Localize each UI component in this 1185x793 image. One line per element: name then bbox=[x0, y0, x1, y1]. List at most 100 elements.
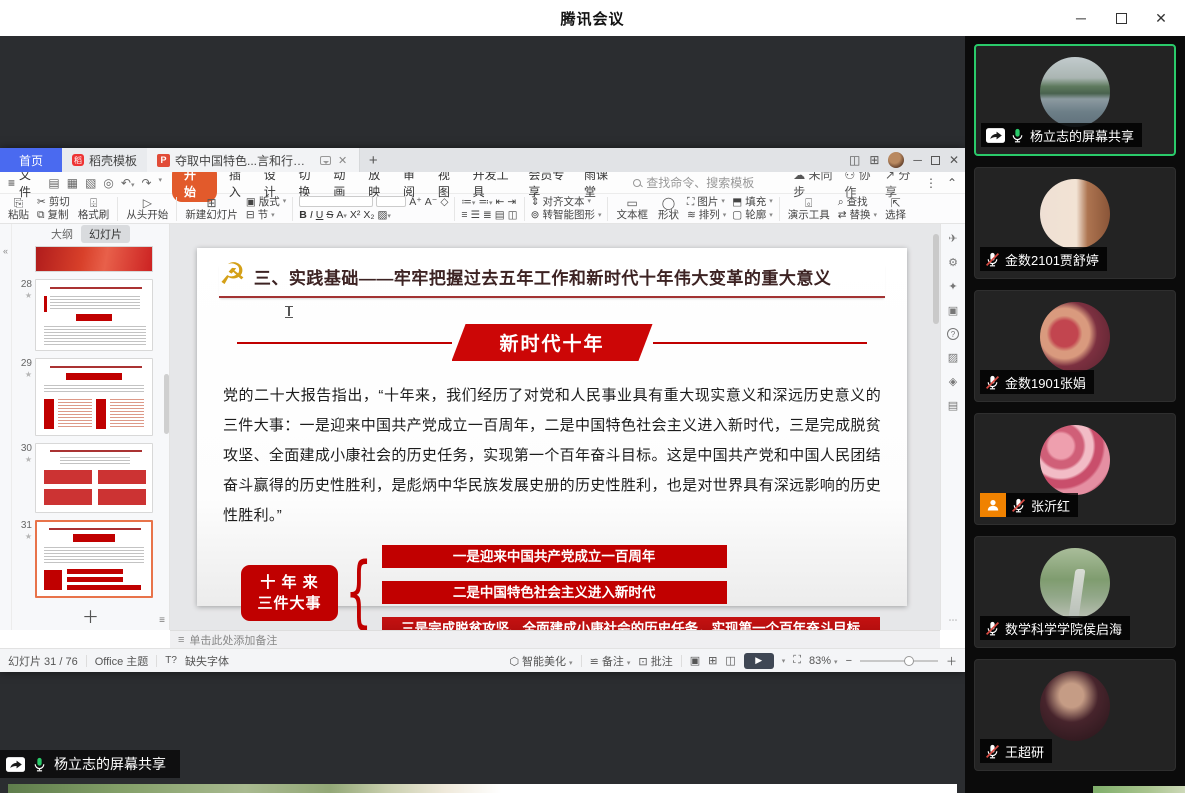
slide-thumbnail-partial[interactable] bbox=[35, 246, 153, 272]
highlight-button[interactable]: ▨▾ bbox=[378, 210, 391, 221]
help-pane-icon[interactable]: ? bbox=[947, 328, 959, 340]
comments-button[interactable]: ⊡ 批注 bbox=[638, 653, 672, 669]
slideshow-play-button[interactable]: ▶ bbox=[744, 653, 774, 669]
save-icon[interactable]: ▤ bbox=[48, 176, 59, 190]
undo-icon[interactable]: ↶▾ bbox=[121, 176, 135, 190]
slide-layout-button[interactable]: ▣ 版式▾ bbox=[246, 197, 286, 208]
slide-thumbnail-30[interactable] bbox=[35, 443, 153, 513]
strikethrough-button[interactable]: S bbox=[326, 210, 333, 221]
align-center-button[interactable]: ☰ bbox=[471, 210, 480, 221]
select-button[interactable]: ⇱选择 bbox=[883, 197, 908, 221]
command-search-box[interactable]: 查找命令、搜索模板 bbox=[633, 174, 783, 191]
participant-tile[interactable]: 张沂红 bbox=[974, 413, 1176, 525]
bullets-button[interactable]: ≔▾ bbox=[461, 197, 475, 208]
rail-more-icon[interactable]: ⋯ bbox=[949, 615, 958, 626]
reading-view-icon[interactable]: ◫ bbox=[725, 654, 735, 667]
wps-account-avatar[interactable] bbox=[888, 152, 904, 168]
align-left-button[interactable]: ≡ bbox=[461, 210, 467, 221]
play-options-caret[interactable]: ▾ bbox=[782, 657, 786, 665]
minimize-button[interactable]: ─ bbox=[1061, 0, 1101, 36]
align-text-button[interactable]: ⇕ 对齐文本▾ bbox=[531, 197, 602, 208]
font-name-box[interactable] bbox=[299, 196, 373, 207]
arrange-button[interactable]: ≋ 排列▾ bbox=[687, 210, 726, 221]
outline-button[interactable]: ▢ 轮廓▾ bbox=[732, 210, 772, 221]
subscript-button[interactable]: X₂ bbox=[363, 210, 374, 221]
align-right-button[interactable]: ≣ bbox=[483, 210, 492, 221]
shapes-button[interactable]: ◯形状 bbox=[656, 197, 681, 221]
new-slide-button[interactable]: ⊞新建幻灯片 bbox=[183, 197, 240, 221]
zoom-slider[interactable] bbox=[860, 660, 938, 662]
wps-docer-tab[interactable]: 稻 稻壳模板 bbox=[62, 148, 147, 172]
tab-close-icon[interactable]: ✕ bbox=[336, 154, 349, 167]
picture-button[interactable]: ⛶ 图片▾ bbox=[687, 197, 726, 208]
export-icon[interactable]: ▧ bbox=[85, 176, 96, 190]
comment-bubble-icon[interactable] bbox=[320, 156, 331, 165]
paste-button[interactable]: ⎘粘贴 bbox=[6, 197, 31, 221]
font-size-box[interactable] bbox=[376, 196, 406, 207]
wps-close-button[interactable]: ✕ bbox=[949, 153, 959, 167]
preview-icon[interactable]: ◎ bbox=[103, 176, 113, 190]
italic-button[interactable]: I bbox=[310, 210, 313, 221]
participant-tile[interactable]: 王超研 bbox=[974, 659, 1176, 771]
participant-tile-sharer[interactable]: 杨立志的屏幕共享 bbox=[974, 44, 1176, 156]
decrease-indent-button[interactable]: ⇤ bbox=[495, 197, 504, 208]
text-box-button[interactable]: ▭文本框 bbox=[614, 197, 650, 221]
panel-collapse-rail[interactable]: « bbox=[0, 224, 12, 630]
thumbnail-list[interactable]: 28★ 29★ bbox=[12, 246, 163, 606]
slide-canvas[interactable]: ☭ 三、实践基础——牢牢把握过去五年工作和新时代十年伟大变革的重大意义 新时代十… bbox=[170, 224, 940, 630]
zoom-slider-knob[interactable] bbox=[904, 656, 914, 666]
notes-bar[interactable]: ≡ 单击此处添加备注 bbox=[170, 630, 940, 648]
grow-font-icon[interactable]: A⁺ bbox=[409, 197, 422, 208]
add-slide-button[interactable]: ＋ bbox=[12, 603, 169, 628]
participant-tile[interactable]: 金数1901张娟 bbox=[974, 290, 1176, 402]
smart-beautify-button[interactable]: ⬡ 智能美化 ▾ bbox=[509, 653, 572, 669]
play-from-start-button[interactable]: ▷从头开始 bbox=[124, 197, 170, 221]
effects-pane-icon[interactable]: ✦ bbox=[948, 280, 957, 293]
wps-home-tab[interactable]: 首页 bbox=[0, 148, 62, 172]
canvas-scrollbar[interactable] bbox=[933, 234, 939, 324]
participant-tile[interactable]: 数学科学学院侯启海 bbox=[974, 536, 1176, 648]
increase-indent-button[interactable]: ⇥ bbox=[507, 197, 516, 208]
menu-overflow-caret[interactable]: ▾ bbox=[159, 176, 163, 190]
image-tools-pane-icon[interactable]: ▨ bbox=[948, 351, 958, 364]
collapse-ribbon-icon[interactable]: ⌃ bbox=[947, 176, 957, 190]
quick-access-pane-icon[interactable]: ✈ bbox=[948, 232, 957, 245]
superscript-button[interactable]: X² bbox=[350, 210, 361, 221]
reading-pane-icon[interactable]: ▤ bbox=[948, 399, 958, 412]
redo-icon[interactable]: ↷ bbox=[141, 176, 151, 190]
replace-button[interactable]: ⇄ 替换▾ bbox=[838, 210, 877, 221]
grid-view-icon[interactable]: ⊞ bbox=[869, 153, 879, 167]
zoom-out-button[interactable]: − bbox=[846, 655, 852, 667]
current-slide[interactable]: ☭ 三、实践基础——牢牢把握过去五年工作和新时代十年伟大变革的重大意义 新时代十… bbox=[197, 248, 907, 606]
copy-button[interactable]: ⧉ 复制 bbox=[37, 210, 70, 221]
print-icon[interactable]: ▦ bbox=[67, 176, 78, 190]
split-view-icon[interactable]: ◫ bbox=[849, 153, 860, 167]
section-button[interactable]: ⊟ 节▾ bbox=[246, 210, 286, 221]
bold-button[interactable]: B bbox=[299, 210, 307, 221]
outline-tab[interactable]: 大纲 bbox=[51, 226, 73, 242]
layout-pane-icon[interactable]: ▣ bbox=[948, 304, 958, 317]
zoom-in-button[interactable]: ＋ bbox=[946, 653, 957, 669]
slide-thumbnail-28[interactable] bbox=[35, 279, 153, 351]
cut-button[interactable]: ✂ 剪切 bbox=[37, 197, 70, 208]
underline-button[interactable]: U bbox=[316, 210, 324, 221]
wps-minimize-button[interactable]: ─ bbox=[913, 153, 922, 167]
format-painter-button[interactable]: ⌹格式刷 bbox=[76, 197, 112, 221]
zoom-percent[interactable]: 83% ▾ bbox=[809, 655, 838, 667]
shrink-font-icon[interactable]: A⁻ bbox=[425, 197, 438, 208]
slides-tab[interactable]: 幻灯片 bbox=[81, 225, 130, 243]
resources-pane-icon[interactable]: ◈ bbox=[949, 375, 957, 388]
theme-name[interactable]: Office 主题 bbox=[95, 653, 149, 669]
numbering-button[interactable]: ≕▾ bbox=[478, 197, 492, 208]
slide-thumbnail-31-selected[interactable] bbox=[35, 520, 153, 598]
slide-thumbnail-29[interactable] bbox=[35, 358, 153, 436]
wps-restore-button[interactable] bbox=[931, 156, 940, 165]
more-menu-icon[interactable]: ⋮ bbox=[925, 176, 937, 190]
justify-button[interactable]: ▤ bbox=[495, 210, 505, 221]
wps-document-tab[interactable]: P 夺取中国特色...言和行动纲领 ✕ bbox=[147, 148, 360, 172]
participant-tile[interactable]: 金数2101贾舒婷 bbox=[974, 167, 1176, 279]
clear-format-icon[interactable]: ◇ bbox=[440, 197, 448, 208]
find-button[interactable]: ⌕ 查找 bbox=[838, 197, 877, 208]
normal-view-icon[interactable]: ▣ bbox=[690, 654, 700, 667]
present-tools-button[interactable]: ⌻演示工具 bbox=[786, 197, 832, 221]
